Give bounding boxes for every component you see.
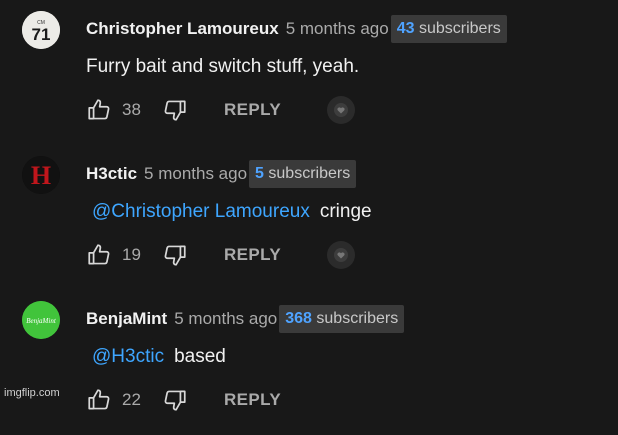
- avatar[interactable]: CM 71: [22, 11, 60, 49]
- comment-text: based: [174, 346, 226, 367]
- avatar-label: 71: [32, 25, 51, 44]
- mention-link[interactable]: @H3ctic: [92, 346, 164, 367]
- subscriber-count: 368: [285, 310, 312, 327]
- avatar[interactable]: H: [22, 156, 60, 194]
- subscriber-badge: 368 subscribers: [279, 305, 405, 333]
- subscriber-badge: 5 subscribers: [249, 160, 357, 188]
- comment-text: Furry bait and switch stuff, yeah.: [86, 56, 360, 77]
- comment-actions: 19 REPLY: [86, 241, 356, 269]
- comment-time[interactable]: 5 months ago: [286, 19, 389, 39]
- avatar[interactable]: BenjaMint: [22, 301, 60, 339]
- comment-time[interactable]: 5 months ago: [174, 309, 277, 329]
- author-name[interactable]: BenjaMint: [86, 309, 167, 329]
- subscriber-label: subscribers: [268, 165, 351, 182]
- reply-button[interactable]: REPLY: [224, 100, 281, 120]
- comment-header: BenjaMint 5 months ago 368 subscribers: [86, 305, 405, 333]
- subscriber-count: 43: [396, 20, 415, 37]
- avatar-label: BenjaMint: [26, 317, 57, 325]
- like-count: 19: [122, 245, 141, 264]
- subscriber-count: 5: [255, 165, 264, 182]
- comment-text-container: @H3ctic based: [86, 346, 226, 368]
- creator-heart-icon[interactable]: [327, 96, 356, 124]
- comment-actions: 22 REPLY: [86, 387, 281, 413]
- mention-link[interactable]: @Christopher Lamoureux: [92, 201, 310, 222]
- thumbs-down-icon[interactable]: [162, 97, 188, 123]
- avatar-label: H: [31, 161, 51, 190]
- comment: H H3ctic 5 months ago 5 subscribers @Chr…: [0, 145, 618, 290]
- subscriber-badge: 43 subscribers: [390, 15, 507, 43]
- author-name[interactable]: H3ctic: [86, 164, 137, 184]
- comment: CM 71 Christopher Lamoureux 5 months ago…: [0, 0, 618, 145]
- author-name[interactable]: Christopher Lamoureux: [86, 19, 279, 39]
- comment: BenjaMint BenjaMint 5 months ago 368 sub…: [0, 290, 618, 435]
- comment-time[interactable]: 5 months ago: [144, 164, 247, 184]
- like-count: 22: [122, 390, 141, 409]
- thumbs-down-icon[interactable]: [162, 387, 188, 413]
- creator-heart-icon[interactable]: [327, 241, 356, 269]
- comment-header: Christopher Lamoureux 5 months ago 43 su…: [86, 15, 507, 43]
- reply-button[interactable]: REPLY: [224, 390, 281, 410]
- comment-text: cringe: [319, 201, 372, 222]
- thumbs-up-icon[interactable]: [86, 242, 112, 268]
- comment-header: H3ctic 5 months ago 5 subscribers: [86, 160, 357, 188]
- subscriber-label: subscribers: [316, 310, 399, 327]
- reply-button[interactable]: REPLY: [224, 245, 281, 265]
- like-count: 38: [122, 100, 141, 119]
- subscriber-label: subscribers: [418, 20, 501, 37]
- thumbs-up-icon[interactable]: [86, 97, 112, 123]
- thumbs-up-icon[interactable]: [86, 387, 112, 413]
- comment-text-container: @Christopher Lamoureux cringe: [86, 201, 372, 223]
- watermark: imgflip.com: [4, 387, 60, 399]
- thumbs-down-icon[interactable]: [162, 242, 188, 268]
- comment-actions: 38 REPLY: [86, 96, 356, 124]
